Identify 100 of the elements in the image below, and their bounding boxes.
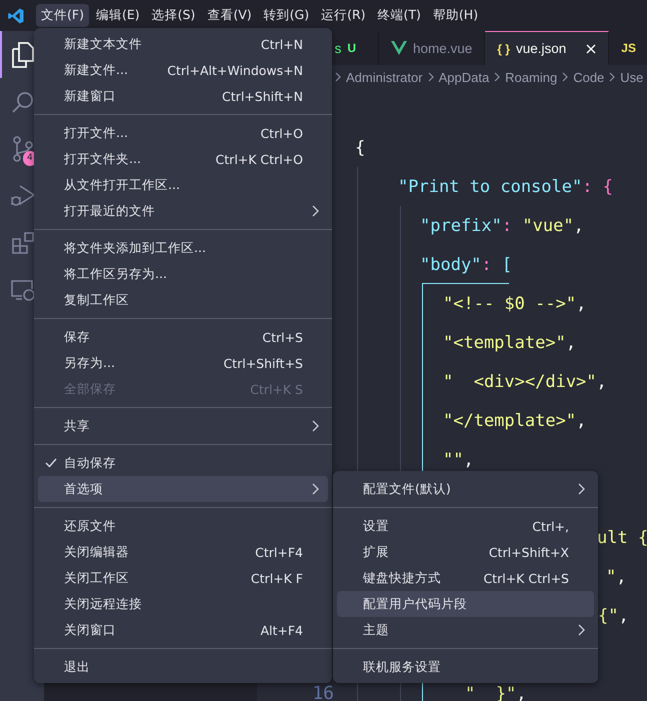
menu-item[interactable]: 将文件夹添加到工作区... xyxy=(38,235,328,261)
branch-icon[interactable] xyxy=(11,136,35,162)
menu-item-label: 另存为... xyxy=(64,354,116,372)
tab-label: s xyxy=(334,40,342,56)
menu-bar-item[interactable]: 查看(V) xyxy=(202,4,257,27)
menu-item[interactable]: 关闭工作区 Ctrl+K F xyxy=(38,565,328,591)
menu-item[interactable]: 新建文件... Ctrl+Alt+Windows+N xyxy=(38,57,328,83)
menu-item[interactable]: 新建文本文件 Ctrl+N xyxy=(38,31,328,57)
menu-item-label: 全部保存 xyxy=(64,380,117,398)
menu-item[interactable]: 配置用户代码片段 xyxy=(337,591,594,617)
breadcrumb-item[interactable]: AppData xyxy=(438,70,490,84)
files-icon[interactable] xyxy=(11,42,35,68)
menu-item-label: 将文件夹添加到工作区... xyxy=(64,240,207,256)
shortcut-label: Ctrl+K S xyxy=(250,382,303,396)
remote-explorer-icon[interactable] xyxy=(10,278,36,302)
menu-item-label: 配置用户代码片段 xyxy=(363,596,468,612)
menu-item[interactable]: 扩展 Ctrl+Shift+X xyxy=(337,539,594,565)
code-line: "</template>", xyxy=(442,410,588,432)
code-line: "<template>", xyxy=(442,332,578,354)
menu-item[interactable]: 复制工作区 xyxy=(38,287,328,313)
menu-item[interactable]: 打开最近的文件 xyxy=(38,198,328,224)
menu-item[interactable]: 自动保存 xyxy=(38,450,328,476)
menu-item-label: 打开文件... xyxy=(64,124,129,142)
shortcut-label: Ctrl+S xyxy=(262,330,303,344)
menu-item-label: 扩展 xyxy=(363,544,390,560)
shortcut-label: Ctrl+K Ctrl+O xyxy=(216,152,303,166)
menu-item[interactable]: 关闭远程连接 xyxy=(38,591,328,617)
editor-tab[interactable]: { } vue.json xyxy=(485,31,610,65)
menu-bar-item[interactable]: 文件(F) xyxy=(36,4,89,27)
menu-item-label: 关闭窗口 xyxy=(64,622,117,638)
menu-item[interactable]: 键盘快捷方式 Ctrl+K Ctrl+S xyxy=(337,565,594,591)
menu-bar-item[interactable]: 终端(T) xyxy=(372,4,426,27)
menu-item[interactable]: 新建窗口 Ctrl+Shift+N xyxy=(38,83,328,109)
menu-item[interactable]: 退出 xyxy=(38,654,328,680)
git-status: U xyxy=(347,41,356,55)
shortcut-label: Ctrl+, xyxy=(532,518,569,534)
menu-item[interactable]: 打开文件... Ctrl+O xyxy=(38,120,328,146)
menu-item[interactable]: 设置 Ctrl+, xyxy=(337,513,594,539)
menu-item-label: 关闭远程连接 xyxy=(64,596,143,612)
vue-icon xyxy=(391,41,407,55)
menu-item[interactable]: 主题 xyxy=(337,617,594,643)
shortcut-label: Ctrl+N xyxy=(260,36,303,52)
chevron-right-icon xyxy=(428,72,434,82)
menu-item-label: 新建文本文件 xyxy=(64,36,143,52)
editor-tab[interactable]: JS xyxy=(609,31,647,65)
line-number: 16 xyxy=(311,682,335,701)
code-line: { xyxy=(354,136,366,160)
menu-item[interactable]: 关闭编辑器 Ctrl+F4 xyxy=(38,539,328,565)
menu-item-label: 关闭编辑器 xyxy=(64,544,130,560)
code-line: "body": [ xyxy=(419,254,514,276)
menu-item[interactable]: 另存为... Ctrl+Shift+S xyxy=(38,350,328,376)
breadcrumb-item[interactable]: Roaming xyxy=(505,70,558,84)
code-line: ult { xyxy=(596,526,647,550)
menu-item[interactable]: 保存 Ctrl+S xyxy=(38,324,328,350)
code-line: "prefix": "vue", xyxy=(419,214,585,238)
shortcut-label: Ctrl+K Ctrl+S xyxy=(483,570,569,586)
menu-item-label: 打开最近的文件 xyxy=(64,202,156,220)
menu-item[interactable]: 关闭窗口 Alt+F4 xyxy=(38,617,328,643)
breadcrumb-item[interactable]: Administrator xyxy=(346,70,423,84)
file-type-icon: { } xyxy=(497,42,510,56)
menu-bar-item[interactable]: 编辑(E) xyxy=(90,4,145,27)
menu-bar-item[interactable]: 转到(G) xyxy=(258,4,314,27)
menu-item-label: 关闭工作区 xyxy=(64,570,130,586)
menu-item[interactable]: 首选项 xyxy=(38,476,328,502)
app-logo-icon xyxy=(7,6,25,24)
menu-item-label: 将工作区另存为... xyxy=(64,266,168,282)
chevron-right-icon xyxy=(609,72,616,82)
menu-bar-item[interactable]: 运行(R) xyxy=(316,4,371,27)
tab-label: vue.json xyxy=(516,41,566,56)
menu-item[interactable]: 联机服务设置 xyxy=(337,654,594,680)
menu-item-label: 主题 xyxy=(363,622,390,638)
breadcrumb-item[interactable]: Code xyxy=(573,70,604,84)
menu-item[interactable]: 还原文件 xyxy=(38,513,328,539)
shortcut-label: Ctrl+K F xyxy=(250,570,303,586)
chevron-right-icon xyxy=(335,72,341,82)
menu-item-label: 保存 xyxy=(64,328,91,346)
menu-bar-item[interactable]: 帮助(H) xyxy=(428,4,484,27)
menu-item[interactable]: 共享 xyxy=(38,413,328,439)
extensions-icon[interactable] xyxy=(11,230,35,254)
run-debug-icon[interactable] xyxy=(10,184,36,208)
search-icon[interactable] xyxy=(11,90,35,114)
menu-item-label: 从文件打开工作区... xyxy=(64,176,181,194)
menu-item-label: 新建文件... xyxy=(64,62,129,78)
shortcut-label: Ctrl+Shift+S xyxy=(223,356,303,370)
menu-item-label: 共享 xyxy=(64,418,91,434)
code-line: ", xyxy=(605,566,628,588)
menu-item-label: 联机服务设置 xyxy=(363,658,442,676)
code-line: " }", xyxy=(464,682,528,701)
shortcut-label: Ctrl+Shift+N xyxy=(222,88,303,104)
menu-bar-item[interactable]: 选择(S) xyxy=(146,4,200,27)
menu-item[interactable]: 配置文件(默认) xyxy=(337,476,594,502)
menu-item[interactable]: 打开文件夹... Ctrl+K Ctrl+O xyxy=(38,146,328,172)
editor-tab[interactable]: home.vue xyxy=(379,31,486,65)
close-icon[interactable] xyxy=(586,44,596,54)
menu-item-label: 首选项 xyxy=(64,480,104,498)
menu-item[interactable]: 将工作区另存为... xyxy=(38,261,328,287)
menu-item-label: 新建窗口 xyxy=(64,88,117,104)
shortcut-label: Ctrl+O xyxy=(260,126,303,140)
menu-item[interactable]: 从文件打开工作区... xyxy=(38,172,328,198)
breadcrumb-item[interactable]: Use xyxy=(620,70,644,84)
